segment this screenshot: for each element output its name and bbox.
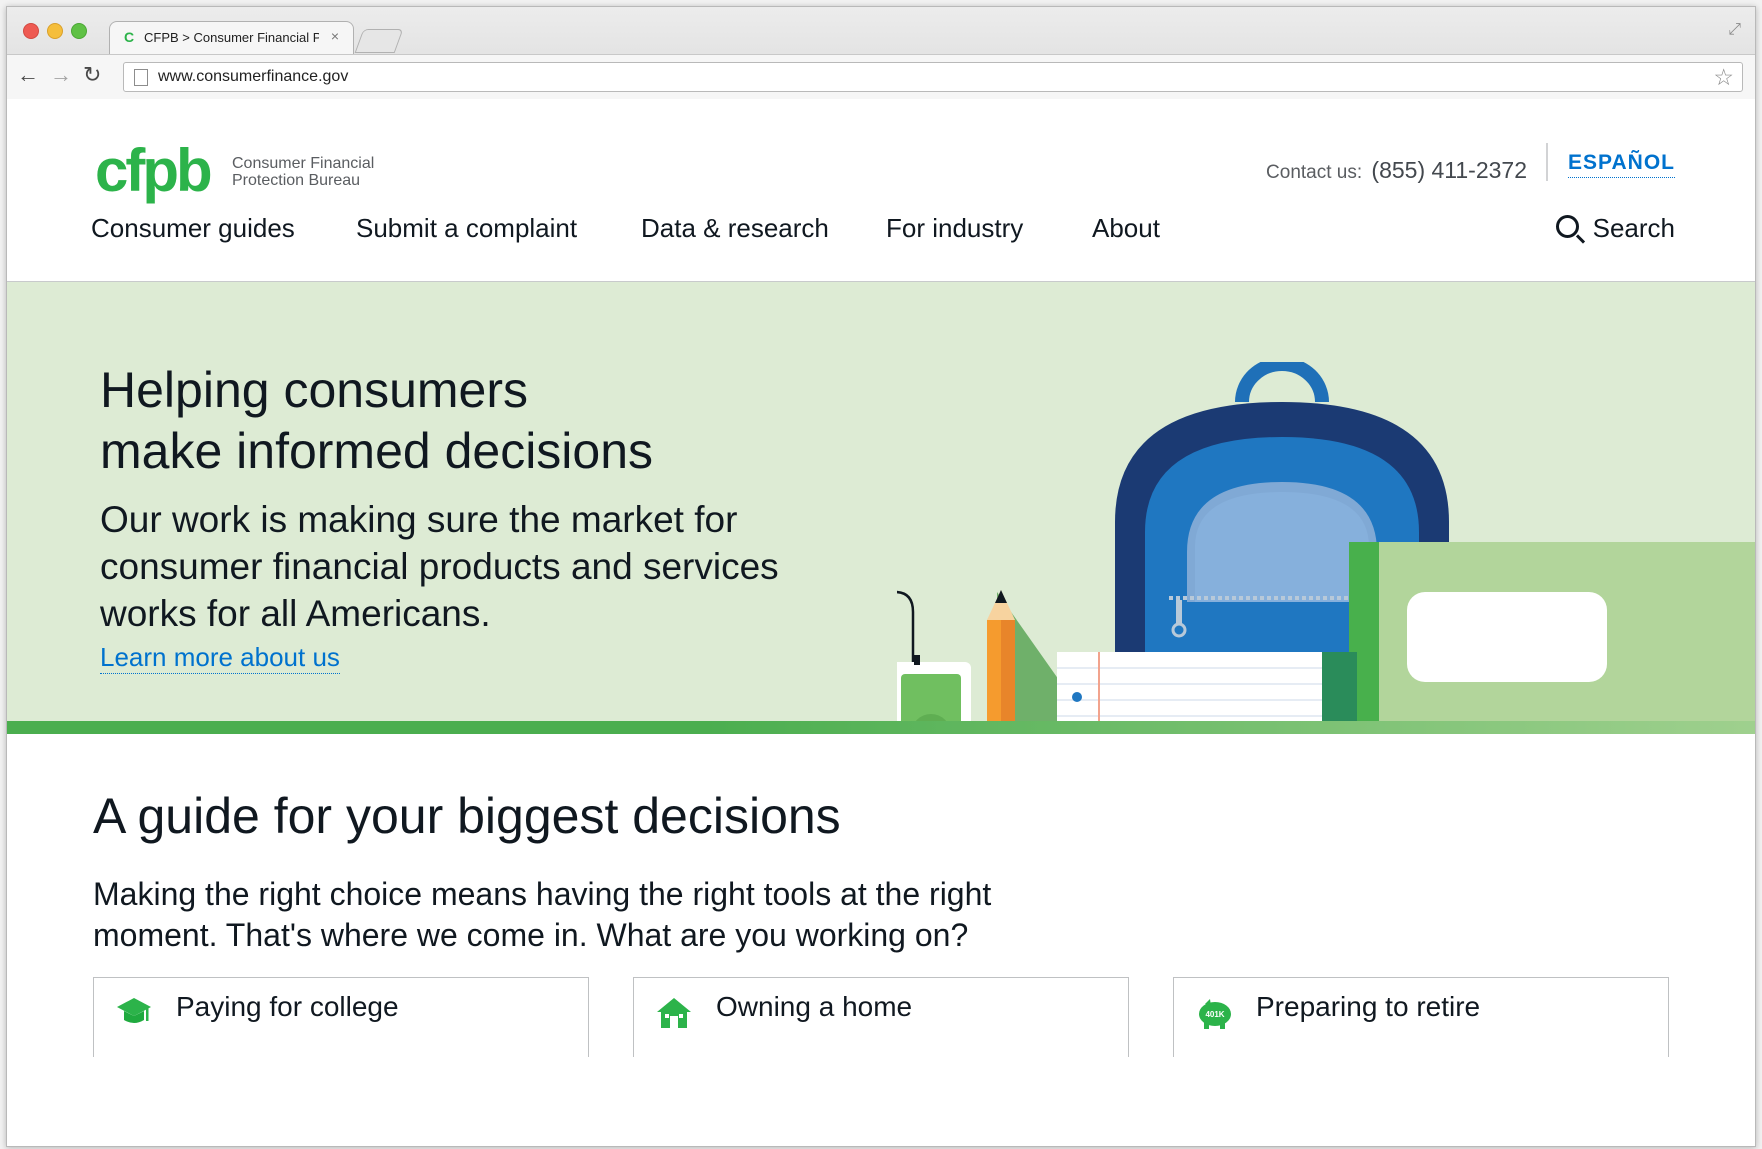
nav-for-industry[interactable]: For industry — [886, 213, 1023, 244]
bookmark-star-icon[interactable]: ☆ — [1713, 64, 1734, 91]
contact-label: Contact us: — [1266, 162, 1363, 183]
nav-submit-complaint[interactable]: Submit a complaint — [356, 213, 577, 244]
browser-window: C CFPB > Consumer Financial Protection B… — [6, 6, 1756, 1147]
page-icon — [134, 69, 148, 86]
espanol-link[interactable]: ESPAÑOL — [1568, 151, 1675, 178]
nav-consumer-guides[interactable]: Consumer guides — [91, 213, 295, 244]
house-icon — [657, 998, 691, 1028]
logo-mark: cfpb — [95, 137, 213, 204]
cfpb-logo[interactable]: cfpb Consumer Financial Protection Burea… — [95, 137, 374, 204]
browser-tab-active[interactable]: C CFPB > Consumer Financial Protection B… — [109, 21, 354, 54]
minimize-window-button[interactable] — [47, 23, 63, 39]
card-owning-a-home[interactable]: Owning a home — [633, 977, 1129, 1057]
address-bar[interactable]: www.consumerfinance.gov ☆ — [123, 62, 1743, 92]
guide-body: Making the right choice means having the… — [93, 876, 992, 953]
tab-close-icon[interactable]: × — [331, 28, 339, 44]
browser-chrome: C CFPB > Consumer Financial Protection B… — [7, 7, 1755, 99]
hero-bottom-stripe-gradient — [706, 721, 1755, 734]
main-navigation: Consumer guides Submit a complaint Data … — [7, 213, 1755, 253]
backpack-illustration — [897, 362, 1755, 734]
cfpb-favicon-icon: C — [124, 29, 135, 45]
card-paying-for-college[interactable]: Paying for college — [93, 977, 589, 1057]
header-divider — [1546, 143, 1548, 181]
card-label: Owning a home — [716, 991, 913, 1022]
logo-text: Consumer Financial Protection Bureau — [232, 155, 402, 189]
card-preparing-to-retire[interactable]: 401K Preparing to retire — [1173, 977, 1669, 1057]
web-page: cfpb Consumer Financial Protection Burea… — [7, 99, 1755, 1146]
reload-icon[interactable]: ↻ — [83, 62, 101, 88]
close-window-button[interactable] — [23, 23, 39, 39]
learn-more-link[interactable]: Learn more about us — [100, 642, 340, 674]
search-label: Search — [1592, 213, 1675, 243]
contact-phone[interactable]: (855) 411-2372 — [1371, 157, 1527, 183]
hero-heading: Helping consumers make informed decision… — [100, 360, 800, 482]
search-button[interactable]: Search — [1555, 213, 1675, 244]
card-label: Preparing to retire — [1256, 991, 1481, 1022]
hero-heading-line2: make informed decisions — [100, 423, 654, 479]
piggy-bank-label: 401K — [1205, 1010, 1224, 1019]
card-label: Paying for college — [176, 991, 399, 1022]
nav-data-research[interactable]: Data & research — [641, 213, 829, 244]
hero-heading-line1: Helping consumers — [100, 362, 528, 418]
logo-text-line1: Consumer Financial — [232, 155, 375, 172]
hero-banner: Helping consumers make informed decision… — [7, 282, 1755, 734]
hero-body: Our work is making sure the market for c… — [100, 499, 779, 634]
new-tab-button[interactable] — [354, 29, 404, 53]
url-text[interactable]: www.consumerfinance.gov — [158, 68, 348, 86]
nav-about[interactable]: About — [1092, 213, 1160, 244]
contact-info: Contact us: (855) 411-2372 — [1266, 157, 1527, 184]
forward-arrow-icon[interactable]: → — [50, 62, 72, 88]
tab-title: CFPB > Consumer Financial Protection Bur… — [144, 30, 319, 45]
back-arrow-icon[interactable]: ← — [17, 62, 39, 88]
guide-title: A guide for your biggest decisions — [93, 788, 841, 844]
browser-toolbar: ← → ↻ www.consumerfinance.gov ☆ — [7, 54, 1755, 99]
piggy-bank-icon: 401K — [1199, 999, 1231, 1029]
search-icon — [1555, 215, 1579, 238]
fullscreen-icon[interactable]: ⤢ — [1728, 21, 1741, 39]
logo-text-line2: Protection Bureau — [232, 172, 361, 189]
graduation-cap-icon — [117, 998, 151, 1023]
zoom-window-button[interactable] — [71, 23, 87, 39]
